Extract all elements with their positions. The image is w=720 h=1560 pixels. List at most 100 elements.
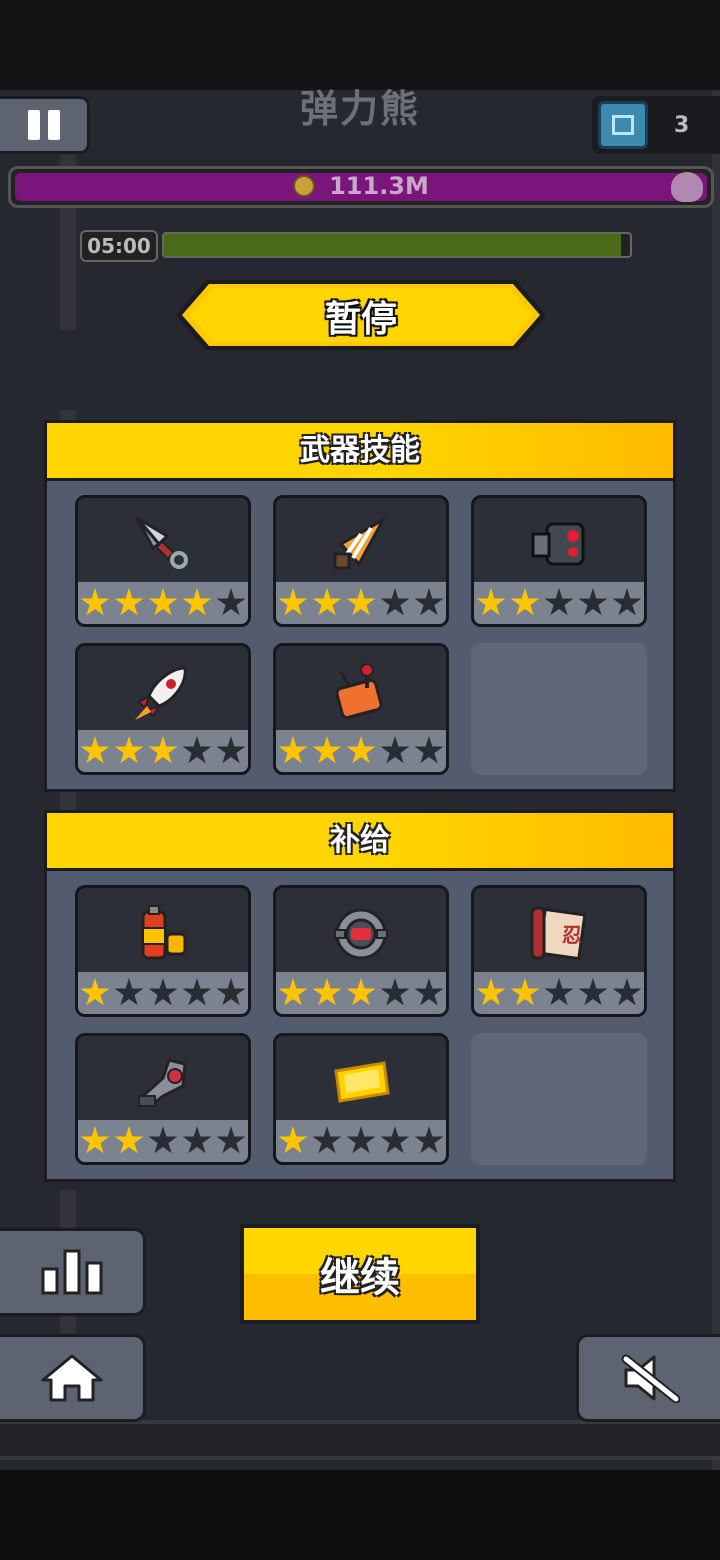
- star-filled-icon: [148, 736, 178, 764]
- stage-title: 弹力熊: [299, 87, 420, 131]
- star-empty-icon: [612, 588, 642, 616]
- level-indicator: 3: [592, 96, 720, 154]
- star-rating: [276, 582, 446, 624]
- star-empty-icon: [414, 978, 444, 1006]
- star-filled-icon: [278, 588, 308, 616]
- pause-button[interactable]: [0, 96, 90, 154]
- mech-arm-icon: [78, 1050, 248, 1114]
- star-empty-icon: [544, 978, 574, 1006]
- level-number: 3: [674, 112, 690, 138]
- sound-off-icon: [621, 1354, 680, 1403]
- star-filled-icon: [476, 588, 506, 616]
- boss-health-bar: 111.3M: [8, 166, 714, 208]
- weapon-skills-panel: 武器技能: [44, 420, 676, 792]
- star-rating: [474, 972, 644, 1014]
- timer-text: 05:00: [80, 230, 158, 262]
- star-empty-icon: [544, 588, 574, 616]
- star-empty-icon: [216, 978, 246, 1006]
- robot-fist-icon: [474, 512, 644, 576]
- star-filled-icon: [476, 978, 506, 1006]
- star-filled-icon: [510, 588, 540, 616]
- star-filled-icon: [278, 978, 308, 1006]
- skill-slot[interactable]: [75, 643, 251, 775]
- star-rating: [78, 582, 248, 624]
- star-filled-icon: [278, 1126, 308, 1154]
- star-filled-icon: [80, 588, 110, 616]
- remote-control-icon: [276, 660, 446, 724]
- star-filled-icon: [278, 736, 308, 764]
- svg-text:忍: 忍: [562, 923, 582, 947]
- empty-slot: [471, 643, 647, 775]
- star-filled-icon: [346, 978, 376, 1006]
- star-empty-icon: [414, 588, 444, 616]
- skill-slot[interactable]: [273, 885, 449, 1017]
- star-empty-icon: [380, 588, 410, 616]
- star-empty-icon: [346, 1126, 376, 1154]
- skill-slot[interactable]: [75, 495, 251, 627]
- level-icon: [598, 101, 648, 149]
- star-filled-icon: [148, 588, 178, 616]
- supplies-panel: 补给 忍: [44, 810, 676, 1182]
- skill-slot[interactable]: [471, 495, 647, 627]
- empty-slot: [471, 1033, 647, 1165]
- star-empty-icon: [380, 1126, 410, 1154]
- stats-button[interactable]: [0, 1228, 146, 1316]
- star-filled-icon: [312, 588, 342, 616]
- skill-slot[interactable]: [273, 495, 449, 627]
- kunai-icon: [78, 512, 248, 576]
- star-empty-icon: [216, 1126, 246, 1154]
- skill-slot[interactable]: [75, 885, 251, 1017]
- star-empty-icon: [148, 978, 178, 1006]
- rocket-icon: [78, 660, 248, 724]
- scroll-icon: 忍: [474, 902, 644, 966]
- skill-slot[interactable]: [75, 1033, 251, 1165]
- star-empty-icon: [216, 736, 246, 764]
- star-rating: [78, 730, 248, 772]
- star-filled-icon: [114, 736, 144, 764]
- star-filled-icon: [80, 736, 110, 764]
- star-empty-icon: [182, 978, 212, 1006]
- star-rating: [276, 730, 446, 772]
- star-filled-icon: [182, 588, 212, 616]
- sound-toggle-button[interactable]: [576, 1334, 720, 1422]
- star-rating: [276, 972, 446, 1014]
- star-empty-icon: [182, 1126, 212, 1154]
- star-filled-icon: [114, 588, 144, 616]
- timer-fill: [164, 234, 621, 256]
- pause-icon-bar: [47, 110, 60, 140]
- star-empty-icon: [114, 978, 144, 1006]
- supplies-title: 补给: [47, 813, 673, 871]
- star-empty-icon: [578, 978, 608, 1006]
- pause-icon: [27, 110, 40, 140]
- star-filled-icon: [114, 1126, 144, 1154]
- timer-bar: [162, 232, 632, 258]
- star-filled-icon: [346, 588, 376, 616]
- star-empty-icon: [148, 1126, 178, 1154]
- star-empty-icon: [182, 736, 212, 764]
- home-button[interactable]: [0, 1334, 146, 1422]
- star-empty-icon: [216, 588, 246, 616]
- drill-icon: [276, 512, 446, 576]
- star-filled-icon: [312, 978, 342, 1006]
- skill-slot[interactable]: [273, 643, 449, 775]
- star-filled-icon: [346, 736, 376, 764]
- core-orb-icon: [276, 902, 446, 966]
- home-icon: [41, 1354, 102, 1402]
- star-empty-icon: [380, 736, 410, 764]
- skill-slot[interactable]: 忍: [471, 885, 647, 1017]
- pause-title: 暂停: [324, 299, 397, 340]
- boss-skull-icon: [671, 172, 703, 202]
- star-rating: [474, 582, 644, 624]
- star-empty-icon: [414, 736, 444, 764]
- gold-ticket-icon: [276, 1050, 446, 1114]
- continue-button[interactable]: 继续: [240, 1224, 480, 1324]
- star-empty-icon: [612, 978, 642, 1006]
- weapon-skills-title: 武器技能: [47, 423, 673, 481]
- star-filled-icon: [80, 978, 110, 1006]
- skill-slot[interactable]: [273, 1033, 449, 1165]
- star-rating: [78, 1120, 248, 1162]
- timer-row: 05:00: [80, 230, 636, 262]
- star-filled-icon: [312, 736, 342, 764]
- star-empty-icon: [380, 978, 410, 1006]
- coin-icon: [293, 175, 316, 197]
